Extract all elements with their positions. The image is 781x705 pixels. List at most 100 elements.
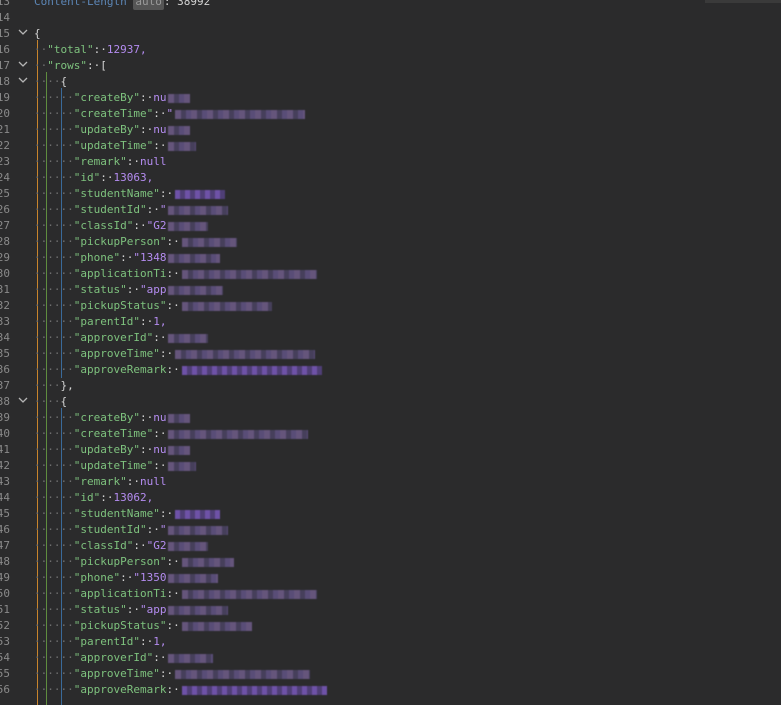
code-line[interactable]: 31 ······"status":·"app: [0, 282, 781, 298]
code-line[interactable]: 42 ······"updateTime":·: [0, 458, 781, 474]
code-editor[interactable]: 13 Content-Length auto: 38992 14 15 {16 ··"to…: [0, 0, 781, 705]
code-line[interactable]: 38 ····{: [0, 394, 781, 410]
chevron-down-icon[interactable]: [18, 74, 30, 90]
line-number: 54: [0, 651, 10, 664]
redacted-value: [168, 461, 197, 471]
code-line[interactable]: 20 ······"createTime":·": [0, 106, 781, 122]
code-line[interactable]: 39 ······"createBy":·nu: [0, 410, 781, 426]
code-line[interactable]: 21 ······"updateBy":·nu: [0, 122, 781, 138]
line-number: 37: [0, 379, 10, 392]
json-key: "classId": [73, 219, 134, 232]
indent: ······: [34, 491, 74, 504]
line-number: 15: [0, 27, 10, 40]
chevron-down-icon[interactable]: [18, 394, 30, 410]
indent: ······: [34, 667, 74, 680]
line-number: 32: [0, 299, 10, 312]
code-line[interactable]: 19 ······"createBy":·nu: [0, 90, 781, 106]
line-number: 50: [0, 587, 10, 600]
code-line[interactable]: 25 ······"studentName":·: [0, 186, 781, 202]
json-key: "phone": [73, 251, 121, 264]
code-line[interactable]: 53 ······"parentId":·1,: [0, 634, 781, 650]
code-line[interactable]: 46 ······"studentId":·": [0, 522, 781, 538]
code-line[interactable]: 50 ······"applicationTi:·: [0, 586, 781, 602]
code-line[interactable]: 13 Content-Length auto: 38992: [0, 0, 781, 10]
json-key: "total": [47, 43, 94, 56]
redacted-value: [175, 109, 306, 119]
code-line[interactable]: 56 ······"approveRemark:·: [0, 682, 781, 698]
json-value: "G2: [146, 219, 167, 232]
indent: ······: [34, 651, 74, 664]
code-line[interactable]: 23 ······"remark":·null: [0, 154, 781, 170]
line-number: 22: [0, 139, 10, 152]
redacted-value: [168, 413, 191, 423]
chevron-down-icon[interactable]: [18, 58, 30, 74]
json-key: "pickupPerson": [73, 235, 167, 248]
code-line[interactable]: 40 ······"createTime":·: [0, 426, 781, 442]
code-line[interactable]: 37 ····},: [0, 378, 781, 394]
code-line[interactable]: 30 ······"applicationTi:·: [0, 266, 781, 282]
line-number: 56: [0, 683, 10, 696]
redacted-value: [175, 509, 221, 519]
redacted-value: [168, 541, 209, 551]
line-number: 52: [0, 619, 10, 632]
code-line[interactable]: 32 ······"pickupStatus":·: [0, 298, 781, 314]
indent: ······: [34, 587, 74, 600]
line-number: 43: [0, 475, 10, 488]
chevron-down-icon[interactable]: [18, 26, 30, 42]
code-line[interactable]: 47 ······"classId":·"G2: [0, 538, 781, 554]
code-line[interactable]: 41 ······"updateBy":·nu: [0, 442, 781, 458]
code-line[interactable]: 55 ······"approveTime":·: [0, 666, 781, 682]
redacted-value: [168, 253, 221, 263]
code-line[interactable]: 29 ······"phone":·"1348: [0, 250, 781, 266]
code-line[interactable]: 43 ······"remark":·null: [0, 474, 781, 490]
code-line[interactable]: 52 ······"pickupStatus":·: [0, 618, 781, 634]
colon: :·: [133, 219, 147, 232]
code-line[interactable]: 48 ······"pickupPerson":·: [0, 554, 781, 570]
redacted-value: [175, 669, 311, 679]
line-number: 30: [0, 267, 10, 280]
json-key: "createTime": [73, 427, 154, 440]
code-line[interactable]: 16 ··"total":·12937,: [0, 42, 781, 58]
line-number: 42: [0, 459, 10, 472]
indent: ······: [34, 187, 74, 200]
brace: },: [60, 379, 74, 392]
code-line[interactable]: 45 ······"studentName":·: [0, 506, 781, 522]
code-line[interactable]: 22 ······"updateTime":·: [0, 138, 781, 154]
redacted-value: [168, 221, 209, 231]
code-line[interactable]: 27 ······"classId":·"G2: [0, 218, 781, 234]
redacted-value: [181, 237, 237, 247]
code-line[interactable]: 15 {: [0, 26, 781, 42]
json-key: "status": [73, 283, 127, 296]
code-line[interactable]: 28 ······"pickupPerson":·: [0, 234, 781, 250]
brace: {: [34, 27, 41, 40]
code-line[interactable]: 35 ······"approveTime":·: [0, 346, 781, 362]
line-number: 17: [0, 59, 10, 72]
code-line[interactable]: 51 ······"status":·"app: [0, 602, 781, 618]
colon: :·: [146, 203, 160, 216]
json-value: "G2: [146, 539, 167, 552]
code-line[interactable]: 24 ······"id":·13063,: [0, 170, 781, 186]
indent: ······: [34, 347, 74, 360]
code-line[interactable]: 33 ······"parentId":·1,: [0, 314, 781, 330]
line-number: 18: [0, 75, 10, 88]
code-line[interactable]: 49 ······"phone":·"1350: [0, 570, 781, 586]
json-key: "updateTime": [73, 459, 154, 472]
code-line[interactable]: 36 ······"approveRemark:·: [0, 362, 781, 378]
colon: :·: [166, 235, 180, 248]
line-number: 38: [0, 395, 10, 408]
colon: :·: [139, 315, 154, 328]
indent: ····: [34, 379, 61, 392]
indent: ······: [34, 107, 74, 120]
code-line[interactable]: 17 ··"rows":·[: [0, 58, 781, 74]
indent: ······: [34, 283, 74, 296]
code-line[interactable]: 54 ······"approverId":·: [0, 650, 781, 666]
code-line[interactable]: 44 ······"id":·13062,: [0, 490, 781, 506]
code-line[interactable]: 14: [0, 10, 781, 26]
json-value: "app: [139, 603, 167, 616]
indent: ······: [34, 523, 74, 536]
code-line[interactable]: 34 ······"approverId":·: [0, 330, 781, 346]
code-line[interactable]: 18 ····{: [0, 74, 781, 90]
indent: ······: [34, 267, 74, 280]
line-number: 16: [0, 43, 10, 56]
code-line[interactable]: 26 ······"studentId":·": [0, 202, 781, 218]
